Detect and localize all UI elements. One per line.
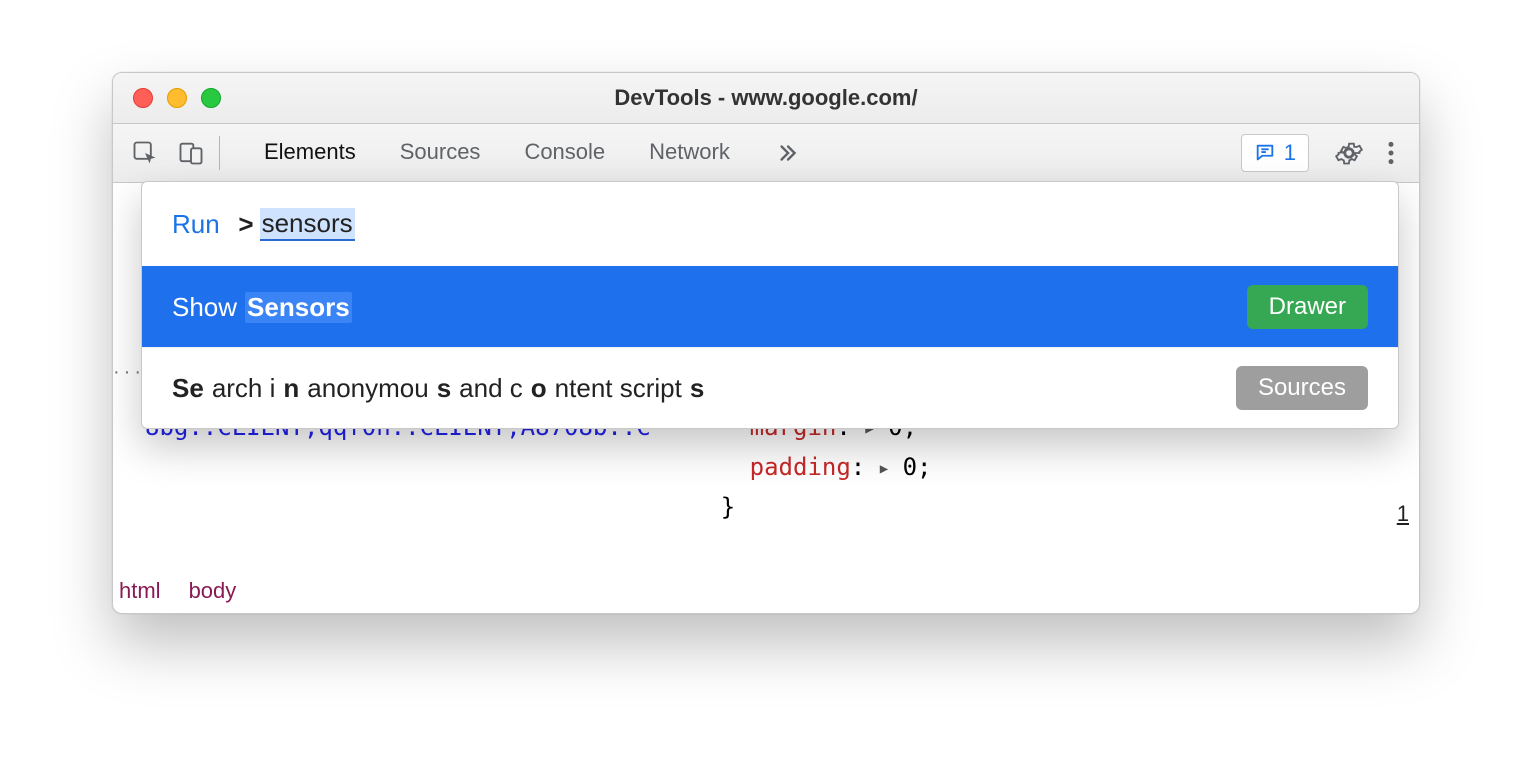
inspect-element-icon[interactable] <box>131 136 159 170</box>
breadcrumb-body[interactable]: body <box>189 578 237 604</box>
style-index-link[interactable]: 1 <box>1397 501 1409 527</box>
result-category-badge: Sources <box>1236 366 1368 410</box>
more-options-icon[interactable] <box>1381 136 1401 170</box>
css-close: } <box>721 489 938 525</box>
run-label: Run <box>172 209 220 240</box>
settings-icon[interactable] <box>1335 136 1363 170</box>
minimize-window-button[interactable] <box>167 88 187 108</box>
breadcrumb-html[interactable]: html <box>119 578 161 604</box>
tab-console[interactable]: Console <box>502 124 627 182</box>
feedback-count: 1 <box>1284 140 1296 166</box>
result-text: Search in anonymous and content scripts <box>172 373 704 404</box>
collapsed-gutter[interactable]: ··· <box>113 361 135 384</box>
main-toolbar: Elements Sources Console Network 1 <box>113 124 1419 183</box>
traffic-lights <box>113 88 221 108</box>
tab-elements[interactable]: Elements <box>242 124 378 182</box>
command-query[interactable]: sensors <box>260 208 355 241</box>
command-prompt: > <box>238 209 253 240</box>
tab-sources[interactable]: Sources <box>378 124 503 182</box>
result-category-badge: Drawer <box>1247 285 1368 329</box>
breadcrumb: html body <box>119 569 236 613</box>
titlebar: DevTools - www.google.com/ <box>113 73 1419 124</box>
css-decl: padding: ▶ 0; <box>721 449 938 489</box>
command-result-show-sensors[interactable]: Show Sensors Drawer <box>142 266 1398 347</box>
result-match: Sensors <box>245 292 352 323</box>
device-toolbar-icon[interactable] <box>177 136 205 170</box>
window-title: DevTools - www.google.com/ <box>113 85 1419 111</box>
tab-network[interactable]: Network <box>627 124 752 182</box>
zoom-window-button[interactable] <box>201 88 221 108</box>
close-window-button[interactable] <box>133 88 153 108</box>
command-input-row[interactable]: Run > sensors <box>142 182 1398 266</box>
command-result-search-scripts[interactable]: Search in anonymous and content scripts … <box>142 347 1398 428</box>
command-menu: Run > sensors Show Sensors Drawer Search… <box>141 181 1399 429</box>
more-tabs-icon[interactable] <box>760 140 814 166</box>
panel-body: ··· NT;hWT9Jb:.CLIENT;WCulWe:.CLIENT;VM … <box>113 183 1419 613</box>
panel-tabs: Elements Sources Console Network <box>242 124 752 182</box>
feedback-button[interactable]: 1 <box>1241 134 1309 172</box>
toolbar-separator <box>219 136 220 170</box>
devtools-window: DevTools - www.google.com/ Elements Sour… <box>112 72 1420 614</box>
result-prefix: Show <box>172 292 237 323</box>
